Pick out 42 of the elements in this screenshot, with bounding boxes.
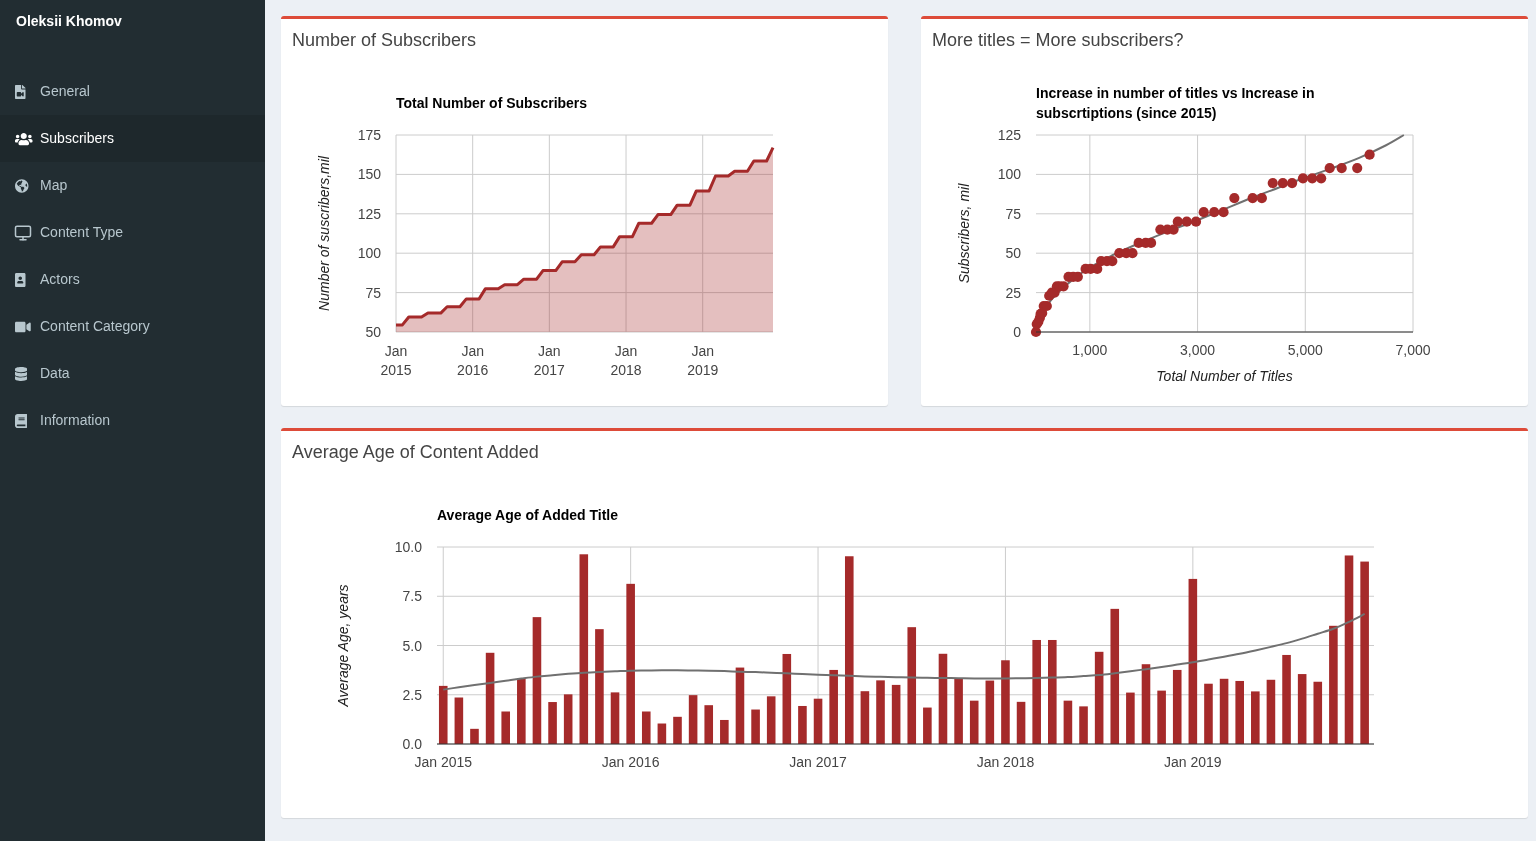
axis-tick-label: 50: [1005, 245, 1021, 262]
axis-tick-label: 10.0: [394, 539, 422, 555]
axis-title: Number of suscribers,mil: [316, 156, 332, 311]
axis-tick-label: 25: [1005, 284, 1021, 301]
axis-tick-label: 0.0: [402, 736, 422, 752]
chart-title: Increase in number of titles vs Increase in subscrtiptions (since 2015): [1036, 85, 1315, 121]
axis-title: Total Number of Titles: [1156, 368, 1293, 384]
axis-tick-label: 0: [1013, 324, 1021, 340]
axis-tick-label: 5.0: [402, 637, 422, 654]
axis-tick-label: 100: [997, 166, 1021, 183]
axis-tick-label: 150: [357, 166, 381, 183]
axis-tick-label: 7.5: [402, 588, 422, 605]
axis-tick-label: 3,000: [1180, 342, 1216, 358]
panel-title: More titles = More subscribers?: [932, 29, 1184, 52]
axis-tick-label: 50: [365, 324, 381, 340]
chart-title: Average Age of Added Title: [437, 507, 618, 523]
axis-tick-label: 125: [997, 127, 1021, 143]
user-name: Oleksii Khomov: [16, 11, 122, 31]
axis-tick-label: Jan 2017: [533, 343, 565, 378]
axis-tick-label: Jan 2018: [976, 754, 1035, 770]
axis-title: Average Age, years: [335, 584, 351, 707]
axis-tick-label: Jan 2016: [601, 754, 660, 770]
axis-tick-label: 2.5: [402, 686, 422, 703]
axis-tick-label: Jan 2019: [687, 343, 719, 378]
axis-tick-label: Jan 2018: [610, 343, 642, 378]
axis-tick-label: Jan 2016: [457, 343, 489, 378]
axis-tick-label: 125: [357, 205, 381, 222]
axis-tick-label: Jan 2017: [789, 754, 847, 770]
panel-title: Average Age of Content Added: [292, 441, 539, 464]
axis-tick-label: 1,000: [1072, 342, 1108, 358]
axis-tick-label: Jan 2015: [380, 343, 412, 378]
axis-tick-label: 100: [357, 245, 381, 262]
axis-tick-label: 75: [365, 284, 381, 301]
axis-tick-label: 175: [357, 127, 381, 143]
axis-tick-label: 5,000: [1287, 342, 1323, 358]
axis-tick-label: Jan 2019: [1164, 754, 1222, 770]
axis-tick-label: 75: [1005, 205, 1021, 222]
axis-tick-label: Jan 2015: [414, 754, 473, 770]
chart-title: Total Number of Subscribers: [396, 95, 588, 111]
axis-title: Subscribers, mil: [956, 183, 972, 284]
axis-tick-label: 7,000: [1395, 342, 1431, 358]
panel-title: Number of Subscribers: [292, 29, 477, 52]
